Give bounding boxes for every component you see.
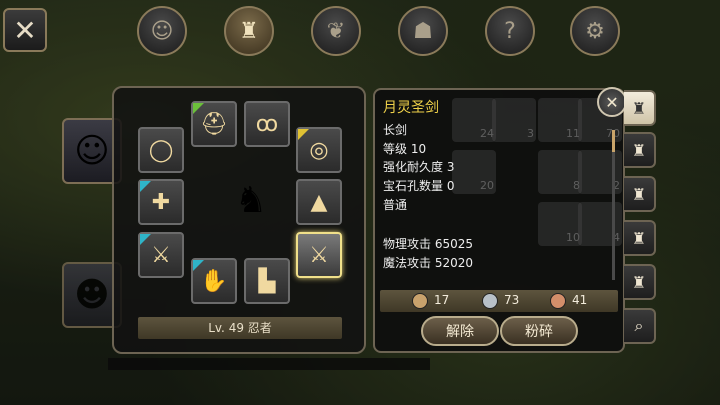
- bag-icon: ♜: [631, 98, 647, 118]
- grade-marker: [193, 260, 204, 271]
- enhancement-stones-bar: 17 73 41: [380, 290, 618, 312]
- bag-tab-3[interactable]: ♜: [624, 176, 656, 212]
- silver-stone-icon: [482, 293, 498, 309]
- bag-icon: ♜: [631, 228, 647, 248]
- item-magic-attack: 魔法攻击 52020: [383, 256, 473, 270]
- bag-tab-search[interactable]: ⌕: [624, 308, 656, 344]
- bag-icon: ♜: [631, 184, 647, 204]
- inventory-cell: 4: [578, 202, 622, 246]
- slot-ring-right[interactable]: ◎: [296, 127, 342, 173]
- gold-stone-icon: [412, 293, 428, 309]
- helmet-icon: ⛑: [200, 111, 228, 137]
- slot-boots[interactable]: ▙: [244, 258, 290, 304]
- slot-offhand[interactable]: ⚔: [138, 232, 184, 278]
- hero-character-model: ♞: [216, 170, 286, 230]
- tab-bag[interactable]: ♜: [224, 6, 274, 56]
- search-icon: ⌕: [634, 316, 644, 335]
- grade-marker: [298, 129, 309, 140]
- boots-icon: ▙: [258, 268, 276, 294]
- item-rarity: 普通: [383, 198, 408, 212]
- grade-marker: [140, 181, 151, 192]
- detail-scrollbar-thumb[interactable]: [612, 130, 615, 152]
- sword-icon: ⚔: [309, 242, 329, 268]
- level-class-label: Lv. 49 忍者: [138, 317, 342, 339]
- close-detail-button[interactable]: ✕: [597, 87, 627, 117]
- slot-armor[interactable]: ✚: [138, 179, 184, 225]
- slot-gloves[interactable]: ✋: [191, 258, 237, 304]
- item-gem-slots: 宝石孔数量 0: [383, 179, 455, 193]
- detail-scrollbar[interactable]: [612, 130, 615, 280]
- inventory-cell: 8: [538, 150, 582, 194]
- inventory-cell: 24: [452, 98, 496, 142]
- head-icon: ☺: [150, 18, 174, 44]
- smash-button[interactable]: 粉碎: [500, 316, 578, 346]
- silver-stone-count: 73: [504, 293, 520, 307]
- tab-settings[interactable]: ⚙: [570, 6, 620, 56]
- bag-tab-4[interactable]: ♜: [624, 220, 656, 256]
- necklace-icon: ꝏ: [255, 111, 279, 137]
- ring-icon: ◎: [309, 137, 329, 163]
- inventory-cell: 3: [492, 98, 536, 142]
- inventory-cell: 10: [538, 202, 582, 246]
- item-physical-attack: 物理攻击 65025: [383, 237, 473, 251]
- avatar: ☺: [74, 131, 110, 171]
- leaf-icon: ❦: [326, 18, 346, 44]
- inventory-cell: 20: [452, 150, 496, 194]
- slot-helmet[interactable]: ⛑: [191, 101, 237, 147]
- copper-stone-count: 41: [572, 293, 588, 307]
- ring-icon: ◯: [148, 137, 174, 163]
- avatar: ☻: [74, 275, 110, 315]
- grade-marker: [140, 234, 151, 245]
- group-icon: ☗: [413, 18, 433, 44]
- bag-tab-1[interactable]: ♜: [624, 90, 656, 126]
- bag-icon: ♜: [631, 272, 647, 292]
- gloves-icon: ✋: [200, 268, 228, 294]
- bag-tab-2[interactable]: ♜: [624, 132, 656, 168]
- footer-shade: [108, 358, 430, 370]
- copper-stone-icon: [550, 293, 566, 309]
- bag-icon: ♜: [239, 18, 259, 44]
- armor-icon: ✚: [151, 189, 171, 215]
- bag-tab-5[interactable]: ♜: [624, 264, 656, 300]
- inventory-cell: 2: [578, 150, 622, 194]
- inventory-cell: 11: [538, 98, 582, 142]
- item-name: 月灵圣剑: [383, 100, 439, 116]
- bag-icon: ♜: [631, 140, 647, 160]
- tab-party[interactable]: ☗: [398, 6, 448, 56]
- top-tab-bar: ☺ ♜ ❦ ☗ ? ⚙: [0, 6, 720, 56]
- gear-icon: ⚙: [585, 18, 605, 44]
- slot-necklace[interactable]: ꝏ: [244, 101, 290, 147]
- item-type: 长剑: [383, 123, 408, 137]
- item-level: 等级 10: [383, 142, 427, 156]
- tab-profile[interactable]: ☺: [137, 6, 187, 56]
- close-icon: ✕: [605, 92, 619, 112]
- scroll-icon: ?: [504, 18, 516, 44]
- tab-skills[interactable]: ❦: [311, 6, 361, 56]
- blade-icon: ⚔: [151, 242, 171, 268]
- slot-cape[interactable]: ▲: [296, 179, 342, 225]
- slot-weapon[interactable]: ⚔: [296, 232, 342, 278]
- tab-quest[interactable]: ?: [485, 6, 535, 56]
- cape-icon: ▲: [310, 189, 328, 215]
- gold-stone-count: 17: [434, 293, 450, 307]
- unequip-button[interactable]: 解除: [421, 316, 499, 346]
- item-durability: 强化耐久度 3: [383, 160, 455, 174]
- slot-ring-left[interactable]: ◯: [138, 127, 184, 173]
- inventory-grid-background: 24 3 11 70 20 8 2 10 4: [452, 98, 622, 298]
- grade-marker: [193, 103, 204, 114]
- character-sprite: ♞: [234, 179, 268, 221]
